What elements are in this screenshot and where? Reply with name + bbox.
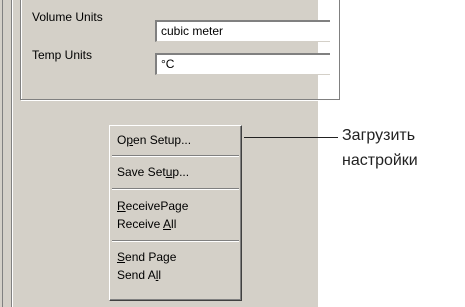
menu-item-send-all[interactable]: Send All [117,266,237,284]
menu-item-save-setup[interactable]: Save Setup... [117,163,237,181]
menu-item-receive-page[interactable]: ReceivePage [117,197,237,215]
temp-units-label: Temp Units [32,48,93,62]
menu-item-open-setup[interactable]: Open Setup... [117,131,237,149]
menu-separator [112,188,239,190]
panel-frame-edge-inner [11,0,13,307]
menu-item-receive-all[interactable]: Receive All [117,215,237,233]
temp-units-field[interactable]: °C [155,53,330,75]
menu-separator [112,155,239,157]
callout-leader-line [244,137,338,138]
volume-units-field[interactable]: cubic meter [155,20,330,42]
menu-item-send-page[interactable]: Send Page [117,248,237,266]
volume-units-label: Volume Units [32,10,103,24]
callout-text-line2: настройки [342,152,418,169]
callout-text-line1: Загрузить [342,127,416,144]
setup-context-menu: Open Setup... Save Setup... ReceivePage … [109,125,242,301]
menu-separator [112,240,239,242]
